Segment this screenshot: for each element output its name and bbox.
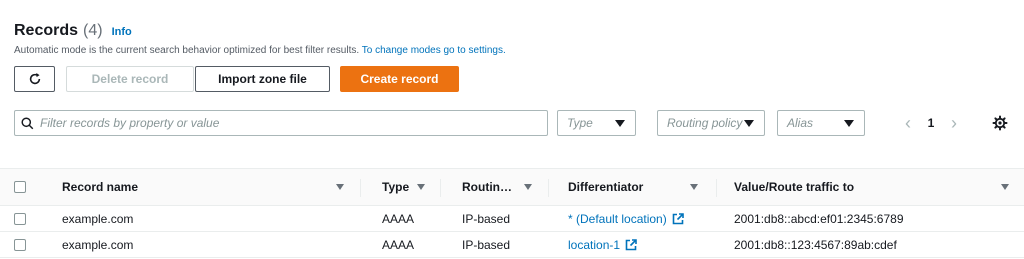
column-label-differentiator: Differentiator [568, 180, 644, 194]
sort-value-icon[interactable] [1001, 184, 1009, 190]
row-checkbox[interactable] [14, 238, 26, 251]
refresh-icon [29, 73, 40, 85]
search-mode-description: Automatic mode is the current search beh… [14, 45, 506, 56]
cell-type: AAAA [382, 237, 415, 252]
cell-value: 2001:db8::123:4567:89ab:cdef [734, 237, 897, 252]
column-label-record-name: Record name [62, 180, 139, 194]
chevron-left-icon[interactable]: ‹ [898, 113, 918, 134]
gear-icon [992, 115, 1008, 131]
column-divider [360, 179, 361, 197]
external-link-icon[interactable] [672, 212, 684, 225]
row-select-cell [14, 206, 34, 231]
routing-policy-filter-select[interactable]: Routing policy [657, 110, 765, 136]
type-filter-placeholder: Type [567, 116, 593, 130]
create-record-button[interactable]: Create record [340, 66, 459, 92]
refresh-button[interactable] [14, 66, 55, 92]
cell-record-name: example.com [62, 211, 134, 226]
info-link[interactable]: Info [112, 26, 132, 38]
table-header-row: Record name Type Routin… Differentiator … [0, 168, 1024, 206]
cell-routing: IP-based [462, 237, 511, 252]
sort-record-name-icon[interactable] [336, 184, 344, 190]
page-number[interactable]: 1 [918, 116, 944, 130]
column-label-value: Value/Route traffic to [734, 180, 855, 194]
column-header-value[interactable]: Value/Route traffic to [734, 169, 994, 205]
select-all-checkbox[interactable] [14, 181, 26, 193]
subtitle-text: Automatic mode is the current search beh… [14, 45, 360, 56]
table-settings-button[interactable] [992, 115, 1008, 136]
cell-routing: IP-based [462, 211, 511, 226]
search-icon [21, 116, 34, 129]
type-filter-select[interactable]: Type [557, 110, 636, 136]
records-header: Records (4) Info [14, 22, 132, 40]
sort-type-icon[interactable] [417, 184, 425, 190]
table-row[interactable]: example.com AAAA IP-based * (Default loc… [0, 206, 1024, 232]
cell-differentiator: location-1 [568, 232, 708, 257]
sort-routing-icon[interactable] [524, 184, 532, 190]
cell-differentiator: * (Default location) [568, 206, 708, 231]
row-checkbox[interactable] [14, 212, 26, 225]
table-row[interactable]: example.com AAAA IP-based location-1 200… [0, 232, 1024, 258]
column-divider [440, 179, 441, 197]
chevron-right-icon[interactable]: › [944, 113, 964, 134]
records-count: (4) [83, 22, 103, 39]
cell-value: 2001:db8::abcd:ef01:2345:6789 [734, 211, 904, 226]
differentiator-link[interactable]: location-1 [568, 238, 620, 252]
column-divider [548, 179, 549, 197]
search-box [14, 110, 548, 136]
records-table: Record name Type Routin… Differentiator … [0, 168, 1024, 258]
search-input[interactable] [40, 116, 540, 130]
row-select-cell [14, 232, 34, 257]
filter-bar: Type Routing policy Alias ‹ 1 › [14, 110, 1024, 136]
page-title: Records [14, 22, 79, 39]
import-zone-file-button[interactable]: Import zone file [195, 66, 330, 92]
caret-down-icon [844, 119, 854, 127]
column-label-type: Type [382, 180, 410, 194]
column-header-differentiator[interactable]: Differentiator [568, 169, 708, 205]
column-header-routing[interactable]: Routin… [462, 169, 532, 205]
column-label-routing: Routin… [462, 180, 512, 194]
routing-policy-placeholder: Routing policy [667, 116, 743, 130]
differentiator-link[interactable]: * (Default location) [568, 212, 667, 226]
alias-filter-select[interactable]: Alias [777, 110, 865, 136]
caret-down-icon [615, 119, 625, 127]
caret-down-icon [744, 119, 754, 127]
settings-link[interactable]: To change modes go to settings. [362, 45, 506, 56]
external-link-icon[interactable] [625, 238, 637, 251]
alias-filter-placeholder: Alias [787, 116, 814, 130]
column-divider [716, 179, 717, 197]
cell-record-name: example.com [62, 237, 134, 252]
delete-record-button[interactable]: Delete record [66, 66, 194, 92]
column-header-record-name[interactable]: Record name [62, 169, 342, 205]
pagination: ‹ 1 › [898, 110, 964, 136]
cell-type: AAAA [382, 211, 415, 226]
select-all-cell [14, 169, 34, 205]
sort-differentiator-icon[interactable] [690, 184, 698, 190]
